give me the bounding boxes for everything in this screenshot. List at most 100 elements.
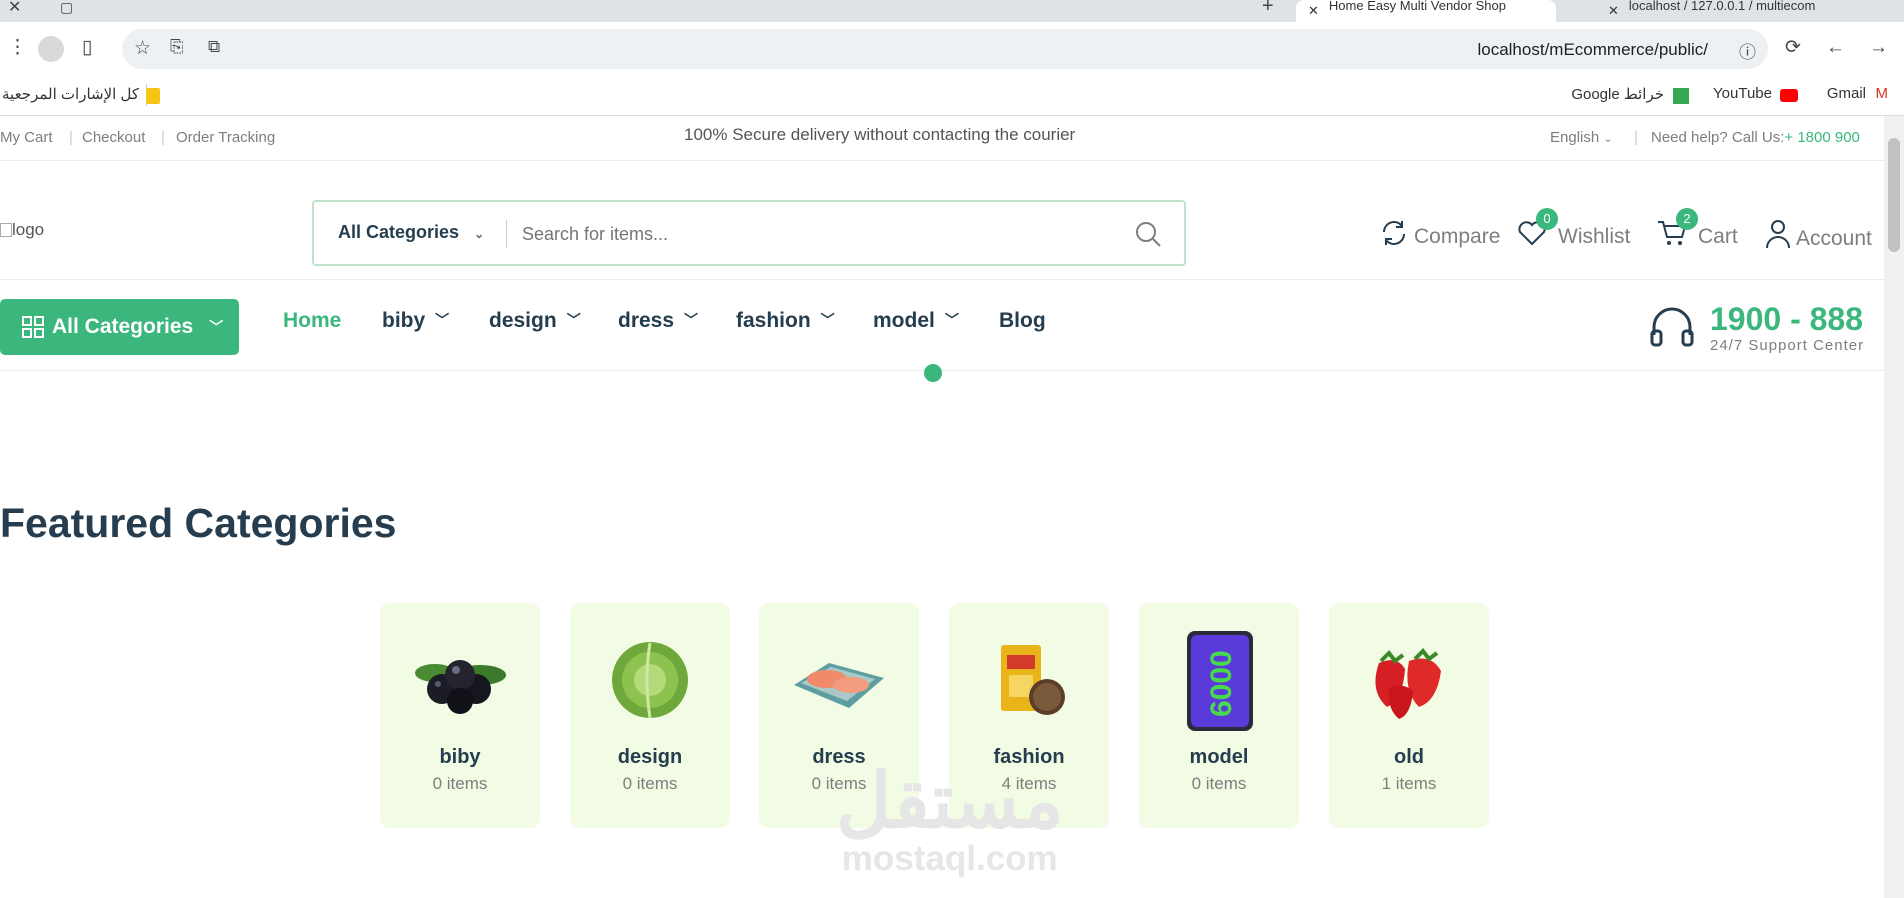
wishlist-button[interactable]: 0 Wishlist	[1516, 208, 1631, 249]
address-bar[interactable]: ⓘ localhost/mEcommerce/public/ ☆ ⎘ ⧉	[122, 29, 1768, 69]
compare-button[interactable]: Compare	[1378, 218, 1500, 249]
nav-blog-label: Blog	[999, 309, 1046, 332]
help-phone[interactable]: + 1800 900	[1784, 129, 1860, 146]
nav-model[interactable]: model ﹀	[873, 309, 959, 333]
chevron-down-icon: ﹀	[209, 319, 224, 335]
nav-blog[interactable]: Blog	[999, 309, 1046, 333]
bookmark-gmail[interactable]: M	[1870, 85, 1889, 102]
all-bookmarks[interactable]: كل الإشارات المرجعية	[2, 85, 139, 103]
nav-design[interactable]: design ﹀	[489, 309, 581, 333]
chevron-down-icon: ﹀	[566, 312, 581, 328]
profile-avatar[interactable]	[38, 36, 64, 62]
nav-fashion[interactable]: fashion ﹀	[736, 309, 835, 333]
all-categories-button[interactable]: All Categories ﹀	[0, 299, 239, 355]
tab-close-icon[interactable]: ✕	[1308, 3, 1319, 19]
bookmark-star-icon[interactable]: ☆	[134, 37, 151, 60]
search-input[interactable]	[522, 212, 1112, 256]
chevron-down-icon: ﹀	[820, 312, 835, 328]
featured-categories-title: Featured Categories	[0, 500, 397, 546]
divider: |	[1634, 129, 1638, 146]
chevron-down-icon: ⌄	[474, 227, 485, 241]
strawberries-image	[1375, 647, 1441, 719]
category-count: 0 items	[622, 774, 678, 793]
category-name: design	[617, 746, 683, 768]
support-number[interactable]: 1900 - 888	[1710, 301, 1863, 338]
search-category-select[interactable]: All Categories ⌄	[338, 222, 484, 243]
header-top-bar: My Cart | Checkout | Order Tracking 100%…	[0, 116, 1884, 161]
url-text: localhost/mEcommerce/public/	[1477, 40, 1708, 59]
site-info-icon[interactable]: ⓘ	[1739, 38, 1756, 63]
nav-home-label: Home	[283, 309, 342, 332]
gmail-icon: M	[1875, 85, 1889, 102]
back-icon[interactable]: ←	[1826, 37, 1845, 59]
help-text: Need help? Call Us:+ 1800 900	[1651, 129, 1860, 146]
cart-label: Cart	[1698, 225, 1738, 248]
bookmark-maps[interactable]: خرائط Google	[1571, 85, 1664, 103]
side-panel-icon[interactable]: ▯	[82, 37, 92, 59]
broken-image-icon	[0, 223, 12, 237]
nav-fashion-label: fashion	[736, 309, 811, 332]
scroll-indicator-dot	[924, 364, 942, 382]
category-count: 1 items	[1381, 774, 1437, 793]
category-name: old	[1394, 746, 1424, 768]
tab-phpmyadmin[interactable]: ✕ localhost / 127.0.0.1 / multiecom	[1598, 0, 1878, 22]
maps-icon	[1673, 88, 1689, 104]
category-card-model[interactable]: 6000 model 0 items	[1139, 603, 1299, 828]
support-text: 24/7 Support Center	[1710, 337, 1865, 354]
menu-kebab-icon[interactable]: ⋮	[8, 37, 27, 59]
language-label: English	[1550, 129, 1600, 146]
bookmarks-bar: M Gmail YouTube خرائط Google كل الإشارات…	[0, 76, 1904, 116]
new-tab-icon[interactable]: +	[1262, 0, 1274, 17]
cart-button[interactable]: 2 Cart	[1656, 208, 1738, 249]
category-card-old[interactable]: old 1 items	[1329, 603, 1489, 828]
bookmark-youtube[interactable]: YouTube	[1713, 85, 1772, 102]
folder-icon	[146, 88, 160, 104]
account-button[interactable]: Account	[1764, 218, 1872, 251]
divider: |	[161, 129, 165, 146]
tab-icon: ▢	[60, 0, 74, 15]
watermark-latin: mostaql.com	[841, 839, 1058, 878]
nav-dress[interactable]: dress ﹀	[618, 309, 698, 333]
page-scrollbar[interactable]	[1884, 116, 1904, 898]
wishlist-label: Wishlist	[1558, 225, 1631, 248]
search-divider	[506, 220, 507, 248]
chevron-down-icon: ﹀	[684, 312, 699, 328]
nav-home[interactable]: Home	[283, 309, 341, 333]
main-nav: All Categories ﹀ Home biby ﹀ design ﹀ dres…	[0, 281, 1884, 382]
web-page: My Cart | Checkout | Order Tracking 100%…	[0, 116, 1884, 898]
logo[interactable]: logo	[0, 220, 44, 240]
tab-home[interactable]: ✕ Home Easy Multi Vendor Shop	[1296, 0, 1556, 22]
chevron-down-icon: ﹀	[435, 312, 450, 328]
link-my-cart[interactable]: My Cart	[0, 129, 53, 146]
language-select[interactable]: English ⌄	[1550, 129, 1613, 146]
spice-packet-image	[1001, 645, 1065, 715]
category-card-biby[interactable]: biby 0 items	[380, 603, 540, 828]
link-checkout[interactable]: Checkout	[82, 129, 145, 146]
category-count: 0 items	[432, 774, 488, 793]
translate-icon[interactable]: ⧉	[208, 37, 220, 57]
logo-alt-text: logo	[12, 220, 45, 239]
youtube-icon	[1780, 89, 1798, 102]
link-order-tracking[interactable]: Order Tracking	[176, 129, 275, 146]
close-window-icon[interactable]: ✕	[8, 0, 21, 19]
all-categories-label: All Categories	[52, 315, 194, 338]
nav-design-label: design	[489, 309, 557, 332]
category-count: 0 items	[1191, 774, 1247, 793]
help-label: Need help? Call Us:	[1651, 129, 1785, 146]
cabbage-image	[612, 642, 688, 719]
search-icon[interactable]	[1134, 220, 1162, 248]
grid-icon	[22, 316, 44, 338]
category-name: biby	[439, 746, 481, 768]
scrollbar-thumb[interactable]	[1888, 138, 1900, 252]
tab-close-icon[interactable]: ✕	[1608, 3, 1619, 19]
forward-icon[interactable]: →	[1869, 37, 1888, 59]
bookmark-gmail-label[interactable]: Gmail	[1827, 85, 1866, 102]
chevron-down-icon: ﹀	[944, 312, 959, 328]
nav-biby[interactable]: biby ﹀	[382, 309, 449, 333]
svg-text:6000: 6000	[1205, 650, 1238, 717]
reload-icon[interactable]: ⟳	[1785, 37, 1801, 59]
main-header: logo All Categories ⌄ Compare 0Wishlist …	[0, 162, 1884, 280]
category-card-design[interactable]: design 0 items	[570, 603, 730, 828]
blackberries-image	[415, 660, 506, 714]
share-icon[interactable]: ⎘	[170, 37, 184, 57]
